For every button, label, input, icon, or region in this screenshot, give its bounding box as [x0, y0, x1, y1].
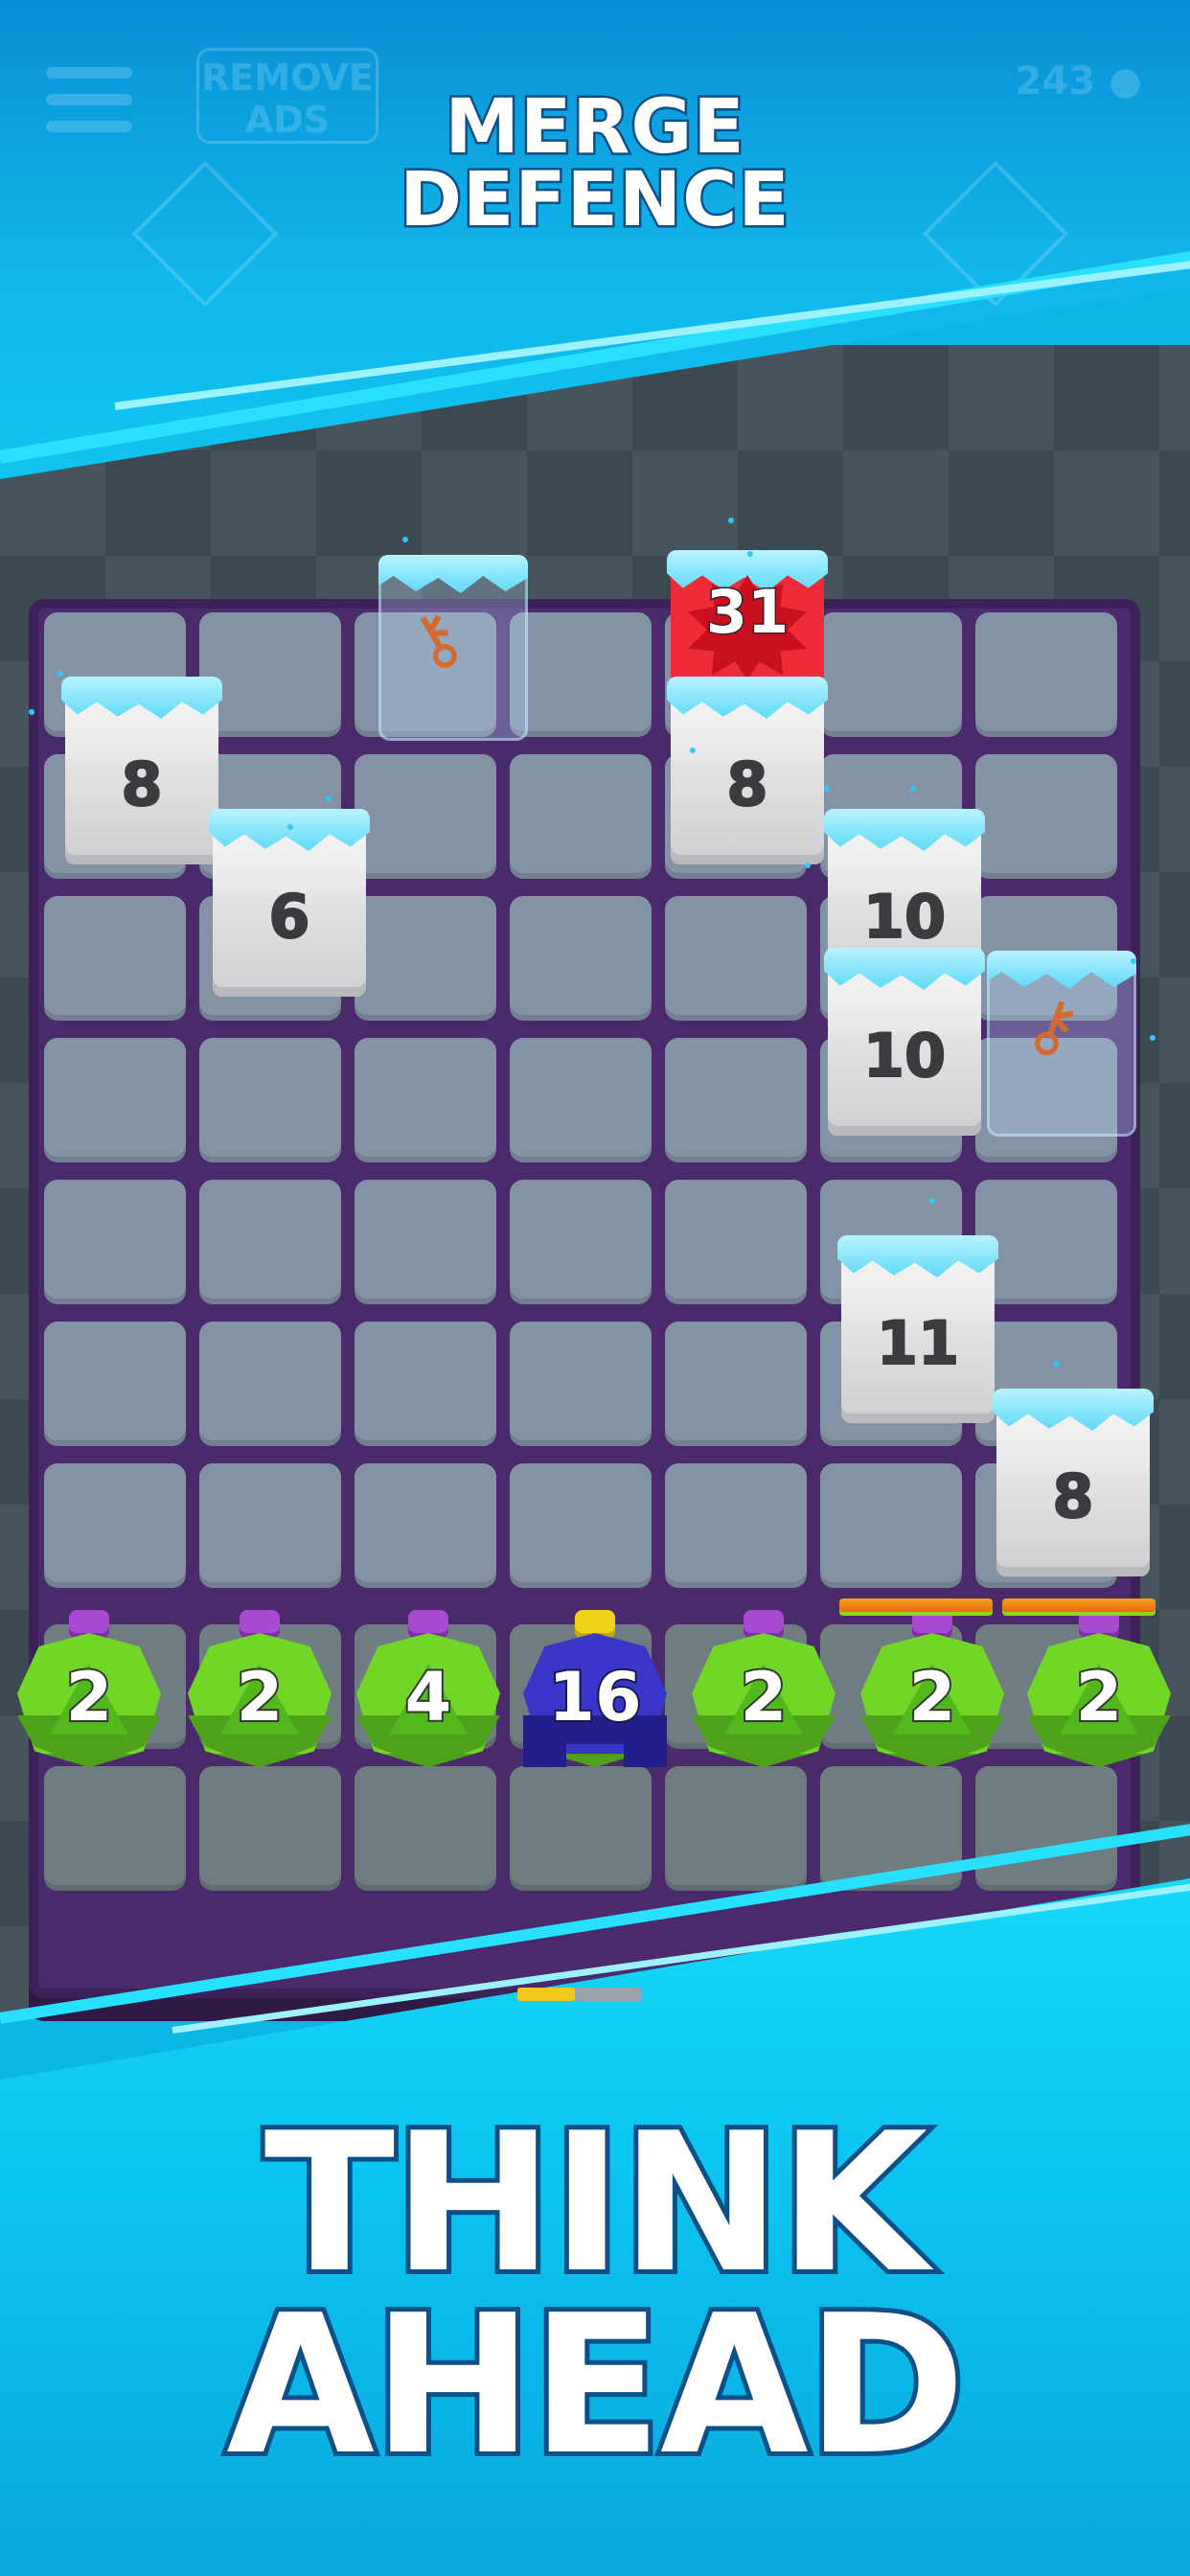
- board-cell[interactable]: [199, 1322, 341, 1446]
- sparkle: [1131, 958, 1136, 964]
- sparkle: [824, 786, 830, 792]
- block-value: 8: [725, 748, 768, 820]
- board-cell[interactable]: [199, 1463, 341, 1588]
- progress-track: [575, 1988, 642, 2001]
- health-bar: [839, 1598, 993, 1612]
- board-cell[interactable]: [510, 612, 652, 737]
- block-value: 10: [862, 881, 947, 953]
- sparkle: [287, 824, 293, 830]
- board-cell[interactable]: [820, 612, 962, 737]
- block-value: 8: [120, 748, 163, 820]
- bench-cell[interactable]: [975, 1766, 1117, 1891]
- board-cell[interactable]: [510, 1463, 652, 1588]
- glass-key-block[interactable]: ⚷: [987, 951, 1136, 1137]
- shooter-value: 2: [739, 1656, 790, 1738]
- tagline-line-1: THINK: [260, 2092, 933, 2315]
- sparkle: [29, 709, 34, 715]
- shooter-value: 2: [907, 1656, 958, 1738]
- game-title: MERGE DEFENCE: [0, 84, 1190, 243]
- bench-cell[interactable]: [665, 1766, 807, 1891]
- board-cell[interactable]: [199, 1180, 341, 1304]
- sparkle: [910, 786, 916, 792]
- bench-cell[interactable]: [510, 1766, 652, 1891]
- block-value: 8: [1051, 1460, 1094, 1532]
- board-cell[interactable]: [44, 896, 186, 1021]
- shooter-value: 2: [1074, 1656, 1125, 1738]
- shooter-tower[interactable]: 4: [356, 1610, 500, 1782]
- sparkle: [929, 1198, 935, 1204]
- title-line-1: MERGE: [443, 84, 746, 171]
- shooter-tower[interactable]: 2: [188, 1610, 332, 1782]
- block-value: 31: [704, 576, 790, 649]
- sparkle: [326, 795, 332, 801]
- number-block[interactable]: 6: [209, 809, 370, 997]
- title-line-2: DEFENCE: [398, 157, 791, 243]
- block-value: 6: [267, 881, 310, 953]
- sparkle: [690, 748, 696, 753]
- board-cell[interactable]: [510, 896, 652, 1021]
- number-block[interactable]: 8: [667, 677, 828, 864]
- board-cell[interactable]: [355, 1322, 496, 1446]
- shooter-value: 4: [403, 1656, 454, 1738]
- board-cell[interactable]: [665, 1180, 807, 1304]
- board-cell[interactable]: [510, 1180, 652, 1304]
- shooter-tower[interactable]: 2: [1027, 1610, 1171, 1782]
- board-cell[interactable]: [355, 1038, 496, 1162]
- shooter-value: 2: [235, 1656, 286, 1738]
- board-cell[interactable]: [975, 612, 1117, 737]
- number-block[interactable]: 11: [837, 1235, 998, 1423]
- board-cell[interactable]: [44, 1180, 186, 1304]
- key-icon: ⚷: [1016, 978, 1091, 1072]
- board-cell[interactable]: [199, 1038, 341, 1162]
- board-cell[interactable]: [44, 1038, 186, 1162]
- glass-key-block[interactable]: ⚷: [378, 555, 528, 741]
- sparkle: [805, 862, 811, 868]
- number-block[interactable]: 10: [824, 948, 985, 1136]
- shooter-tower[interactable]: 2: [17, 1610, 161, 1782]
- board-cell[interactable]: [355, 896, 496, 1021]
- shooter-tower-blue[interactable]: 16: [523, 1610, 667, 1782]
- board-cell[interactable]: [355, 1463, 496, 1588]
- board-cell[interactable]: [975, 754, 1117, 879]
- sparkle: [57, 671, 63, 677]
- number-block[interactable]: 8: [61, 677, 222, 864]
- board-cell[interactable]: [665, 1463, 807, 1588]
- board-cell[interactable]: [44, 1322, 186, 1446]
- progress-marker: [517, 1988, 575, 2001]
- board-cell[interactable]: [355, 754, 496, 879]
- board-cell[interactable]: [355, 1180, 496, 1304]
- board-cell[interactable]: [820, 1463, 962, 1588]
- bench-cell[interactable]: [44, 1766, 186, 1891]
- board-cell[interactable]: [510, 754, 652, 879]
- sparkle: [402, 537, 408, 542]
- shooter-value: 16: [546, 1656, 643, 1738]
- sparkle: [1150, 1035, 1156, 1041]
- sparkle: [747, 551, 753, 557]
- key-icon: ⚷: [393, 591, 478, 687]
- block-value: 10: [862, 1020, 947, 1092]
- board-cell[interactable]: [510, 1322, 652, 1446]
- board-cell[interactable]: [665, 1038, 807, 1162]
- tagline: THINK AHEAD: [0, 2092, 1190, 2497]
- sparkle: [1054, 1361, 1060, 1367]
- board-cell[interactable]: [665, 896, 807, 1021]
- board-cell[interactable]: [199, 612, 341, 737]
- sparkle: [728, 518, 734, 523]
- block-value: 11: [876, 1307, 960, 1379]
- shooter-value: 2: [64, 1656, 115, 1738]
- shooter-tower[interactable]: 2: [860, 1610, 1004, 1782]
- board-cell[interactable]: [665, 1322, 807, 1446]
- health-bar: [1002, 1598, 1156, 1612]
- board-cell[interactable]: [510, 1038, 652, 1162]
- tagline-line-2: AHEAD: [221, 2274, 971, 2497]
- number-block[interactable]: 8: [993, 1389, 1154, 1576]
- shooter-tower[interactable]: 2: [692, 1610, 835, 1782]
- bench-cell[interactable]: [199, 1766, 341, 1891]
- board-cell[interactable]: [44, 1463, 186, 1588]
- bench-cell[interactable]: [355, 1766, 496, 1891]
